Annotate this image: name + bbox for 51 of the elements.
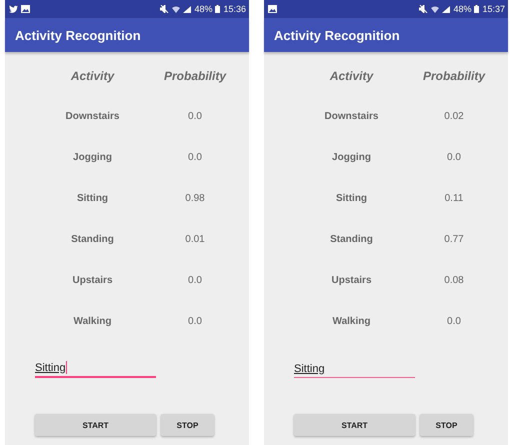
activity-name: Sitting [336, 193, 368, 204]
battery-level: 48% [194, 4, 212, 14]
signal-icon [183, 6, 192, 12]
activity-name: Walking [74, 316, 112, 327]
activity-name: Jogging [332, 152, 371, 163]
mute-icon [419, 5, 428, 13]
probability-value: 0.08 [444, 275, 464, 286]
activity-name: Upstairs [72, 275, 112, 286]
stop-button[interactable]: STOP [161, 414, 214, 436]
activity-name: Walking [332, 316, 370, 327]
mute-icon [160, 5, 170, 13]
column-header: Activity [330, 68, 374, 82]
start-button[interactable]: START [35, 414, 156, 436]
stop-button[interactable]: STOP [420, 414, 473, 436]
probability-value: 0.0 [188, 152, 202, 163]
probability-value: 0.01 [185, 234, 205, 245]
activity-name: Standing [71, 234, 114, 245]
column-header: Activity [70, 68, 114, 82]
probability-value: 0.0 [447, 316, 461, 327]
probability-value: 0.0 [188, 275, 202, 286]
status-time: 15:37 [482, 4, 505, 14]
activity-name: Upstairs [331, 275, 372, 286]
probability-value: 0.0 [188, 111, 202, 122]
activity-name: Downstairs [324, 111, 378, 122]
battery-icon [215, 5, 220, 13]
signal-icon [442, 6, 450, 12]
battery-level: 48% [453, 4, 472, 14]
activity-name: Sitting [76, 193, 108, 204]
probability-value: 0.0 [188, 316, 202, 327]
probability-value: 0.11 [444, 193, 464, 204]
activity-name: Jogging [73, 152, 112, 163]
wifi-icon [431, 6, 440, 12]
image-icon [21, 5, 30, 13]
bird-icon [9, 5, 18, 13]
battery-icon [474, 5, 480, 13]
image-icon [268, 5, 277, 13]
column-header: Probability [422, 68, 485, 82]
probability-value: 0.77 [444, 234, 464, 245]
activity-name: Downstairs [66, 111, 120, 122]
probability-value: 0.98 [185, 193, 205, 204]
start-button[interactable]: START [294, 414, 415, 436]
text-field[interactable]: Sitting [35, 356, 156, 378]
status-time: 15:36 [223, 4, 246, 14]
column-header: Probability [164, 68, 226, 82]
probability-value: 0.02 [444, 111, 464, 122]
text-field[interactable]: Sitting [294, 356, 415, 378]
wifi-icon [172, 6, 180, 12]
probability-value: 0.0 [447, 152, 461, 163]
app-title: Activity Recognition [274, 28, 400, 42]
activity-name: Standing [330, 234, 373, 245]
app-title: Activity Recognition [15, 28, 141, 42]
